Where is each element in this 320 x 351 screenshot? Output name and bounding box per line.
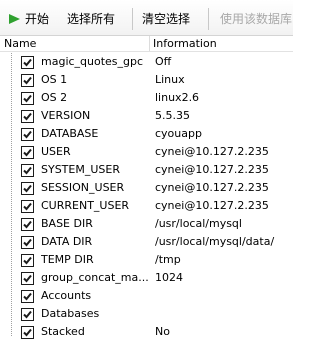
- row-name: Databases: [41, 307, 100, 320]
- toolbar-separator: [132, 8, 133, 30]
- list-item[interactable]: TEMP DIR/tmp: [0, 251, 293, 269]
- row-name: OS 2: [41, 91, 68, 104]
- row-checkbox[interactable]: [21, 128, 34, 141]
- checkmark-icon: [23, 112, 32, 121]
- row-checkbox[interactable]: [21, 164, 34, 177]
- list-item[interactable]: OS 1 Linux: [0, 71, 293, 89]
- checkmark-icon: [23, 184, 32, 193]
- list-item[interactable]: USER cynei@10.127.2.235: [0, 143, 293, 161]
- row-checkbox[interactable]: [21, 218, 34, 231]
- row-information: 5.5.35: [155, 109, 190, 122]
- row-information: /usr/local/mysql: [155, 217, 242, 230]
- checkmark-icon: [23, 328, 32, 337]
- list-header: Name Information: [0, 36, 293, 52]
- row-name: DATA DIR: [41, 235, 93, 248]
- checkmark-icon: [23, 94, 32, 103]
- row-information: cyouapp: [155, 127, 202, 140]
- row-checkbox[interactable]: [21, 290, 34, 303]
- checkmark-icon: [23, 58, 32, 67]
- row-checkbox[interactable]: [21, 92, 34, 105]
- row-name: Stacked: [41, 325, 85, 338]
- list-item[interactable]: Databases: [0, 305, 293, 323]
- checkmark-icon: [23, 202, 32, 211]
- column-divider[interactable]: [149, 36, 150, 51]
- row-information: /usr/local/mysql/data/: [155, 235, 275, 248]
- row-name: TEMP DIR: [41, 253, 94, 266]
- checkmark-icon: [23, 130, 32, 139]
- row-information: Linux: [155, 73, 185, 86]
- list-item[interactable]: VERSION 5.5.35: [0, 107, 293, 125]
- list-item[interactable]: DATABASE cyouapp: [0, 125, 293, 143]
- row-name: CURRENT_USER: [41, 199, 130, 212]
- column-header-information[interactable]: Information: [153, 37, 217, 51]
- row-checkbox[interactable]: [21, 272, 34, 285]
- select-all-button[interactable]: 选择所有: [67, 11, 115, 27]
- list-item[interactable]: magic_quotes_gpc Off: [0, 53, 293, 71]
- list-item[interactable]: Accounts: [0, 287, 293, 305]
- row-name: USER: [41, 145, 71, 158]
- row-checkbox[interactable]: [21, 74, 34, 87]
- row-name: SESSION_USER: [41, 181, 125, 194]
- checkmark-icon: [23, 220, 32, 229]
- row-checkbox[interactable]: [21, 236, 34, 249]
- checkmark-icon: [23, 256, 32, 265]
- row-checkbox[interactable]: [21, 146, 34, 159]
- checkmark-icon: [23, 274, 32, 283]
- toolbar-separator: [208, 8, 209, 30]
- checkmark-icon: [23, 166, 32, 175]
- row-checkbox[interactable]: [21, 182, 34, 195]
- row-name: SYSTEM_USER: [41, 163, 120, 176]
- row-checkbox[interactable]: [21, 308, 34, 321]
- row-checkbox[interactable]: [21, 110, 34, 123]
- row-name: DATABASE: [41, 127, 99, 140]
- list-item[interactable]: SESSION_USER cynei@10.127.2.235: [0, 179, 293, 197]
- row-information: cynei@10.127.2.235: [155, 145, 269, 158]
- use-database-button[interactable]: 使用该数据库: [220, 11, 292, 27]
- list-item[interactable]: BASE DIR/usr/local/mysql: [0, 215, 293, 233]
- column-header-name[interactable]: Name: [4, 37, 36, 51]
- row-checkbox[interactable]: [21, 326, 34, 339]
- list-item[interactable]: DATA DIR/usr/local/mysql/data/: [0, 233, 293, 251]
- list-item[interactable]: SYSTEM_USER cynei@10.127.2.235: [0, 161, 293, 179]
- checkmark-icon: [23, 238, 32, 247]
- checkmark-icon: [23, 292, 32, 301]
- row-name: Accounts: [41, 289, 92, 302]
- row-name: BASE DIR: [41, 217, 93, 230]
- row-information: 1024: [155, 271, 183, 284]
- start-button[interactable]: 开始: [25, 11, 49, 27]
- row-information: Off: [155, 55, 172, 68]
- row-information: linux2.6: [155, 91, 200, 104]
- checkmark-icon: [23, 148, 32, 157]
- row-checkbox[interactable]: [21, 254, 34, 267]
- row-name: group_concat_ma...: [41, 271, 149, 284]
- row-information: cynei@10.127.2.235: [155, 163, 269, 176]
- toolbar: 开始 选择所有 清空选择 使用该数据库: [0, 0, 293, 36]
- checkmark-icon: [23, 76, 32, 85]
- row-name: magic_quotes_gpc: [41, 55, 144, 68]
- info-list: magic_quotes_gpc Off OS 1 Linux OS 2 linux2.6…: [0, 53, 293, 341]
- row-information: cynei@10.127.2.235: [155, 199, 269, 212]
- row-name: VERSION: [41, 109, 91, 122]
- list-item[interactable]: group_concat_ma... 1024: [0, 269, 293, 287]
- row-information: No: [155, 325, 170, 338]
- play-icon[interactable]: [9, 14, 20, 24]
- checkmark-icon: [23, 310, 32, 319]
- row-checkbox[interactable]: [21, 56, 34, 69]
- row-information: /tmp: [155, 253, 181, 266]
- clear-selection-button[interactable]: 清空选择: [142, 11, 190, 27]
- list-item[interactable]: Stacked No: [0, 323, 293, 341]
- row-name: OS 1: [41, 73, 68, 86]
- row-checkbox[interactable]: [21, 200, 34, 213]
- row-information: cynei@10.127.2.235: [155, 181, 269, 194]
- list-item[interactable]: CURRENT_USER cynei@10.127.2.235: [0, 197, 293, 215]
- list-item[interactable]: OS 2 linux2.6: [0, 89, 293, 107]
